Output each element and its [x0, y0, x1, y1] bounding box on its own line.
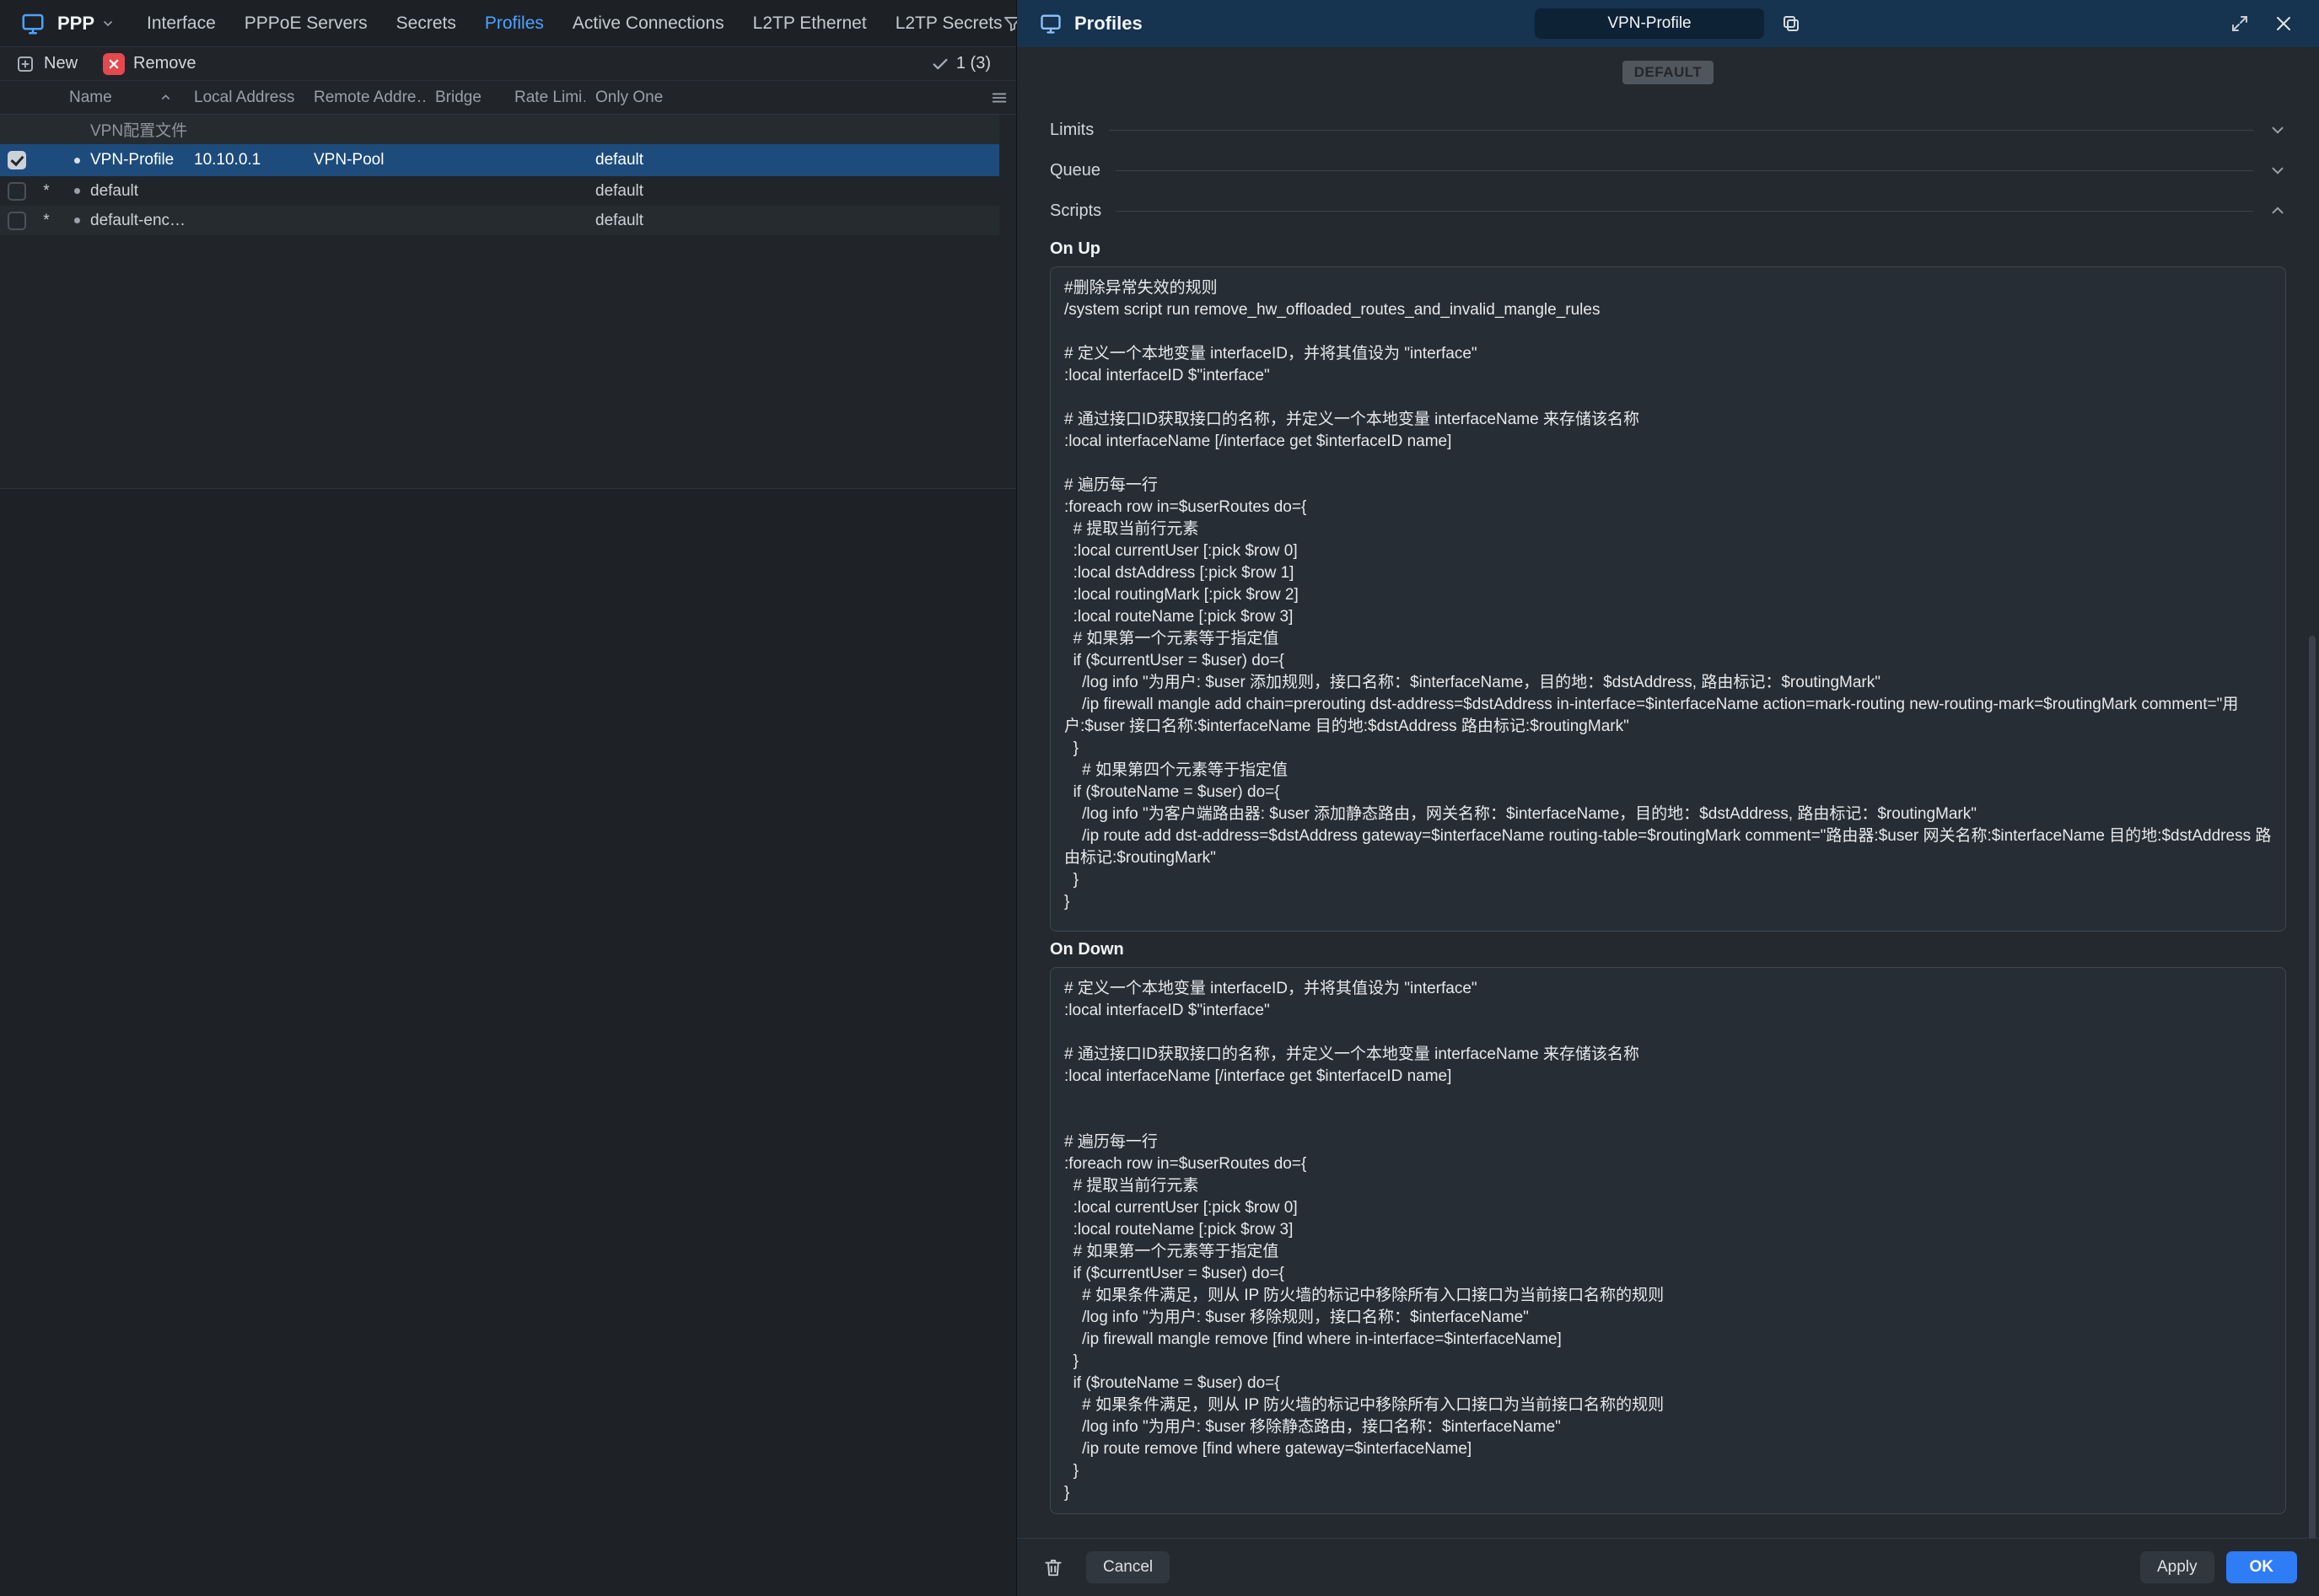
row-name: default	[90, 182, 138, 201]
selection-count-label: 1 (3)	[956, 54, 991, 73]
section-limits[interactable]: Limits	[1017, 110, 2319, 150]
row-local-address: 10.10.0.1	[184, 151, 304, 169]
new-button[interactable]: New	[15, 54, 78, 74]
col-name-label: Name	[69, 89, 112, 107]
section-scripts[interactable]: Scripts	[1017, 191, 2319, 231]
selection-count: 1 (3)	[931, 54, 1001, 73]
on-down-script-text: # 定义一个本地变量 interfaceID，并将其值设为 "interface…	[1064, 978, 2272, 1504]
tab-pppoe-servers[interactable]: PPPoE Servers	[245, 13, 368, 34]
vertical-scrollbar[interactable]	[2309, 636, 2316, 1573]
footer-actions: Apply OK	[2140, 1551, 2297, 1583]
ppp-nav-bar: PPP Interface PPPoE Servers Secrets Prof…	[0, 0, 1016, 47]
remove-icon	[103, 53, 125, 75]
col-only-one[interactable]: Only One	[585, 89, 1016, 107]
on-down-label: On Down	[1050, 940, 2319, 959]
list-empty-area	[0, 488, 1016, 1596]
row-only-one: default	[585, 182, 999, 201]
new-button-label: New	[44, 54, 78, 73]
check-icon	[931, 55, 950, 73]
row-checkbox[interactable]	[8, 151, 26, 169]
row-only-one: default	[585, 151, 999, 169]
table-row[interactable]: * default-enc… default	[0, 206, 999, 235]
copy-icon[interactable]	[1781, 13, 1801, 34]
section-queue[interactable]: Queue	[1017, 150, 2319, 191]
section-queue-label: Queue	[1050, 161, 1100, 180]
detail-body: DEFAULT Limits Queue Scri	[1017, 47, 2319, 1538]
ppp-list-panel: PPP Interface PPPoE Servers Secrets Prof…	[0, 0, 1017, 1596]
remove-button-label: Remove	[133, 54, 196, 73]
row-checkbox[interactable]	[8, 182, 26, 201]
table-row[interactable]: * default default	[0, 176, 999, 206]
apply-button[interactable]: Apply	[2140, 1551, 2214, 1583]
tab-active-connections[interactable]: Active Connections	[573, 13, 724, 34]
default-badge: DEFAULT	[1622, 61, 1714, 84]
section-divider	[1116, 170, 2253, 171]
col-rate-limit[interactable]: Rate Limi…	[504, 89, 585, 107]
chevron-down-icon[interactable]	[2268, 161, 2287, 180]
cancel-button[interactable]: Cancel	[1086, 1551, 1170, 1583]
ppp-tabs: Interface PPPoE Servers Secrets Profiles…	[147, 13, 1003, 34]
section-divider	[1116, 211, 2253, 212]
expand-icon[interactable]	[2230, 13, 2250, 34]
ppp-menu-label: PPP	[57, 13, 94, 35]
detail-sections: Limits Queue Scripts	[1017, 110, 2319, 231]
detail-header: Profiles VPN-Profile	[1017, 0, 2319, 47]
ppp-menu-button[interactable]: PPP	[57, 13, 115, 35]
profile-name-group: VPN-Profile	[1017, 0, 2319, 47]
row-flag: *	[34, 212, 59, 230]
trash-icon[interactable]	[1042, 1556, 1064, 1578]
col-remote-address[interactable]: Remote Addre…	[304, 89, 425, 107]
row-name: default-enc…	[90, 212, 184, 230]
row-only-one: default	[585, 212, 999, 230]
tab-profiles[interactable]: Profiles	[485, 13, 544, 34]
webfig-app: PPP Interface PPPoE Servers Secrets Prof…	[0, 0, 2319, 1596]
group-header-row: VPN配置文件	[0, 115, 999, 144]
bullet-icon	[74, 188, 80, 194]
tab-l2tp-secrets[interactable]: L2TP Secrets	[896, 13, 1003, 34]
detail-footer: Cancel Apply OK	[1017, 1538, 2319, 1596]
tab-l2tp-ethernet[interactable]: L2TP Ethernet	[753, 13, 867, 34]
remove-button[interactable]: Remove	[103, 53, 196, 75]
section-divider	[1109, 130, 2253, 131]
detail-header-controls	[2230, 13, 2297, 34]
columns-menu-icon[interactable]	[990, 89, 1009, 107]
section-limits-label: Limits	[1050, 121, 1094, 140]
on-down-script-field[interactable]: # 定义一个本地变量 interfaceID，并将其值设为 "interface…	[1050, 967, 2286, 1514]
on-up-script-field[interactable]: #删除异常失效的规则 /system script run remove_hw_…	[1050, 266, 2286, 932]
table-header: Name Local Address Remote Addre… Bridge …	[0, 81, 1016, 115]
bullet-icon	[74, 158, 80, 164]
new-icon	[15, 54, 35, 74]
tab-interface[interactable]: Interface	[147, 13, 216, 34]
col-bridge[interactable]: Bridge	[425, 89, 504, 107]
table-row[interactable]: VPN-Profile 10.10.0.1 VPN-Pool default	[0, 144, 999, 176]
col-name[interactable]: Name	[59, 89, 184, 107]
ok-button[interactable]: OK	[2226, 1551, 2298, 1583]
row-flag: *	[34, 182, 59, 201]
list-toolbar: New Remove 1 (3)	[0, 47, 1016, 81]
chevron-down-icon[interactable]	[2268, 121, 2287, 139]
col-local-address[interactable]: Local Address	[184, 89, 304, 107]
monitor-icon	[20, 11, 46, 36]
chevron-down-icon	[101, 17, 115, 30]
row-remote-address: VPN-Pool	[304, 151, 425, 169]
profile-detail-panel: Profiles VPN-Profile DEFAULT Limi	[1017, 0, 2319, 1596]
row-checkbox[interactable]	[8, 212, 26, 230]
bullet-icon	[74, 218, 80, 223]
row-name: VPN-Profile	[90, 151, 174, 169]
sort-asc-icon	[159, 91, 172, 104]
profile-name-input[interactable]: VPN-Profile	[1535, 8, 1764, 39]
close-icon[interactable]	[2273, 13, 2294, 34]
tab-secrets[interactable]: Secrets	[396, 13, 456, 34]
chevron-up-icon[interactable]	[2268, 202, 2287, 220]
profiles-table-body: VPN配置文件 VPN-Profile 10.10.0.1 VPN-Pool d…	[0, 115, 1016, 235]
section-scripts-label: Scripts	[1050, 202, 1101, 221]
on-up-script-text: #删除异常失效的规则 /system script run remove_hw_…	[1064, 277, 2272, 913]
on-up-label: On Up	[1050, 239, 2319, 259]
